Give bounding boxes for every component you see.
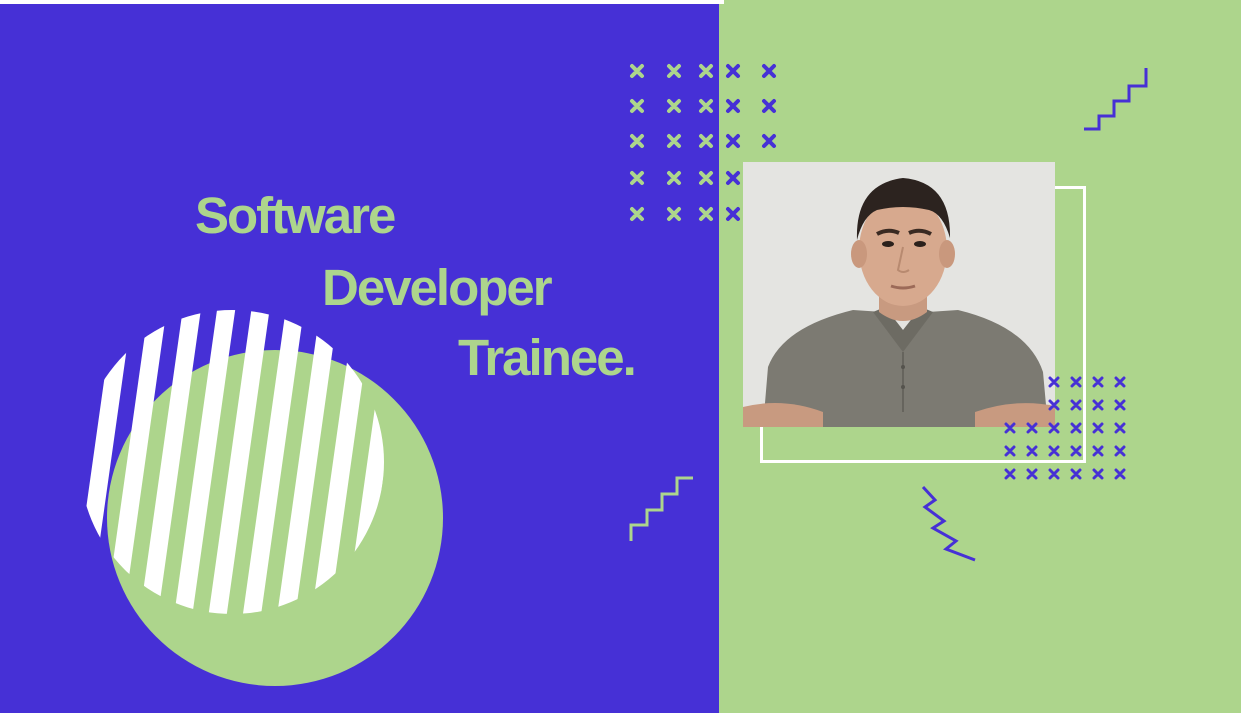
zigzag-icon-top-right <box>1084 68 1148 131</box>
zigzag-icon-left <box>629 476 693 541</box>
cross-icon-grid-bottom <box>1004 376 1126 480</box>
banner: Software Developer Trainee. <box>0 0 1241 713</box>
decor-front <box>629 68 1148 562</box>
zigzag-icon-bottom <box>921 485 976 562</box>
